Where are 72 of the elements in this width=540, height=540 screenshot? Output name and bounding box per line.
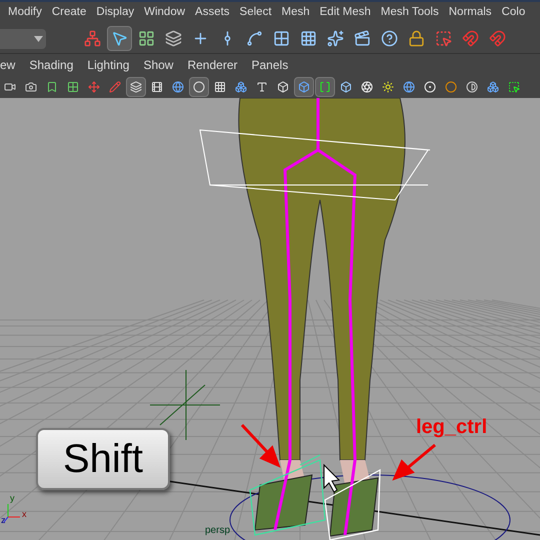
menu-item[interactable]: Normals	[448, 4, 492, 22]
menu-item[interactable]: Modify	[8, 4, 42, 22]
locator-drawing	[150, 370, 220, 440]
menu-item[interactable]: Display	[96, 4, 134, 22]
pointer-arrow	[392, 444, 436, 481]
help-icon	[381, 30, 398, 47]
shaded-cube-button[interactable]	[294, 77, 314, 97]
sphere-icon	[172, 81, 184, 93]
lattice-icon	[300, 30, 317, 47]
text-icon	[256, 81, 268, 93]
select-arrow-icon	[111, 30, 128, 47]
axis-label: x	[22, 510, 26, 519]
curve-icon	[246, 30, 263, 47]
axis-label: z	[1, 516, 6, 525]
menu-item[interactable]: Panels	[252, 56, 288, 74]
bracket-button[interactable]	[315, 77, 335, 97]
axis-label: y	[10, 494, 14, 503]
menu-item[interactable]: Show	[143, 56, 174, 74]
menu-item[interactable]: Mesh Tools	[380, 4, 439, 22]
lock-icon	[408, 30, 425, 47]
menu-item[interactable]: Edit Mesh	[320, 4, 371, 22]
marquee-select-icon	[508, 81, 520, 93]
bracket-icon	[319, 81, 331, 93]
shaded-cube-icon	[298, 81, 310, 93]
foot-control-wireframe	[324, 468, 381, 540]
mouse-cursor-icon	[324, 464, 340, 493]
menu-item[interactable]: Mesh	[282, 4, 310, 22]
plus-icon	[192, 30, 209, 47]
magnet-icon	[489, 30, 506, 47]
wire-grid-icon	[214, 81, 226, 93]
hierarchy-icon	[84, 30, 101, 47]
pointer-arrow	[240, 424, 281, 468]
sphere-icon	[445, 81, 457, 93]
cubes-icon	[487, 81, 499, 93]
menu-item[interactable]: Create	[52, 4, 86, 22]
plane-icon	[67, 81, 79, 93]
dropdown-field[interactable]	[0, 28, 46, 48]
menu-item[interactable]: Colo	[502, 4, 526, 22]
plane-icon	[273, 30, 290, 47]
camera-icon	[4, 81, 16, 93]
menu-item[interactable]: Lighting	[87, 56, 130, 74]
sphere-icon	[424, 81, 436, 93]
menu-item[interactable]: Select	[240, 4, 272, 22]
camera-icon	[25, 81, 37, 93]
light-icon	[382, 81, 394, 93]
magnet-icon	[462, 30, 479, 47]
caret-icon	[34, 36, 43, 42]
move-icon	[88, 81, 100, 93]
camera-label: persp	[205, 526, 230, 536]
film-icon	[151, 81, 163, 93]
callout-label: leg_ctrl	[416, 415, 488, 440]
menu-item[interactable]: Renderer	[187, 56, 238, 74]
circle-icon	[193, 81, 205, 93]
marquee-select-icon	[435, 30, 452, 47]
pencil-icon	[109, 81, 121, 93]
axis-indicator-icon	[4, 504, 20, 522]
menu-item[interactable]: Window	[144, 4, 186, 22]
cube-icon	[340, 81, 352, 93]
wire-cube-icon	[277, 81, 289, 93]
component-icon	[138, 30, 155, 47]
stack-icon	[165, 30, 182, 47]
menu-item[interactable]: ew	[0, 56, 16, 74]
menu-item[interactable]: Assets	[195, 4, 230, 22]
bookmark-icon	[46, 81, 58, 93]
keyboard-key: Shift	[36, 428, 170, 490]
clapper-icon	[354, 30, 371, 47]
circle-button[interactable]	[189, 77, 209, 97]
half-sphere-icon	[466, 81, 478, 93]
sphere-icon	[403, 81, 415, 93]
select-arrow-button[interactable]	[107, 26, 132, 51]
particles-icon	[327, 30, 344, 47]
menu-item[interactable]: Shading	[29, 56, 74, 74]
